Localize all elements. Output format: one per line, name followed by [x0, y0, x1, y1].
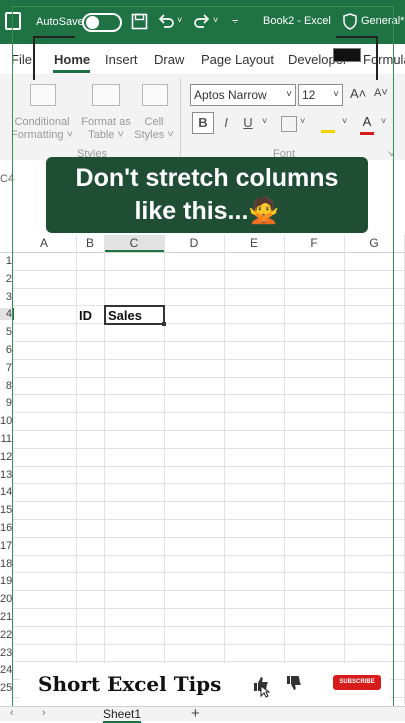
row-header[interactable]: 23 [0, 647, 12, 659]
caption-overlay: Don't stretch columns like this...🙅 [46, 157, 368, 233]
row-header[interactable]: 11 [0, 433, 12, 445]
row-header[interactable]: 8 [0, 380, 12, 392]
subscribe-button[interactable]: SUBSCRIBE [333, 675, 381, 690]
highlight-bracket [336, 36, 378, 80]
row-header[interactable]: 14 [0, 486, 12, 498]
caption-line-2: like this...🙅 [134, 197, 280, 225]
sheet-tab-sheet1[interactable]: Sheet1 [103, 707, 142, 723]
row-header[interactable]: 13 [0, 469, 12, 481]
highlight-frame [12, 6, 394, 716]
row-header[interactable]: 24 [0, 664, 12, 676]
row-header[interactable]: 16 [0, 522, 12, 534]
channel-banner: Short Excel Tips SUBSCRIBE [20, 663, 390, 707]
row-header[interactable]: 5 [0, 326, 12, 338]
row-header[interactable]: 21 [0, 611, 12, 623]
row-header[interactable]: 10 [0, 415, 12, 427]
row-header[interactable]: 1 [0, 255, 12, 267]
row-header[interactable]: 20 [0, 593, 12, 605]
sheet-tab-bar: ‹ › Sheet1 + [0, 705, 405, 723]
row-header[interactable]: 19 [0, 575, 12, 587]
thumbs-down-icon[interactable] [285, 674, 303, 692]
row-header[interactable]: 2 [0, 273, 12, 285]
sheet-nav-prev-icon[interactable]: ‹ [10, 707, 14, 719]
row-header[interactable]: 22 [0, 629, 12, 641]
row-header[interactable]: 18 [0, 558, 12, 570]
row-header[interactable]: 7 [0, 362, 12, 374]
cursor-icon [260, 685, 270, 698]
sheet-nav-next-icon[interactable]: › [42, 707, 46, 719]
row-header[interactable]: 17 [0, 540, 12, 552]
highlight-bracket [33, 36, 75, 80]
add-sheet-icon[interactable]: + [191, 705, 200, 722]
row-header[interactable]: 3 [0, 291, 12, 303]
row-header[interactable]: 25 [0, 682, 12, 694]
row-header[interactable]: 9 [0, 397, 12, 409]
row-header[interactable]: 15 [0, 504, 12, 516]
channel-title: Short Excel Tips [38, 672, 222, 696]
caption-line-1: Don't stretch columns [75, 164, 339, 192]
row-header[interactable]: 12 [0, 451, 12, 463]
row-header[interactable]: 6 [0, 344, 12, 356]
